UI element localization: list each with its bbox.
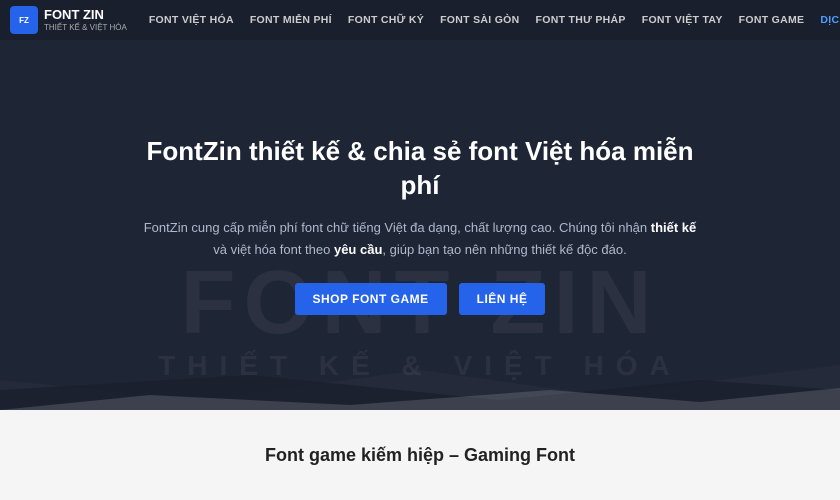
nav-thu-phap[interactable]: FONT THƯ PHÁP: [528, 14, 634, 26]
hero-buttons: SHOP FONT GAME LIÊN HỆ: [140, 283, 700, 315]
nav-dich-vu[interactable]: DỊCH VỤ: [812, 14, 840, 26]
hero-desc-end: , giúp bạn tạo nên những thiết kế độc đá…: [382, 242, 626, 257]
nav-sai-gon[interactable]: FONT SÀI GÒN: [432, 14, 527, 26]
logo-icon: FZ: [10, 6, 38, 34]
lien-he-button[interactable]: LIÊN HỆ: [459, 283, 546, 315]
nav-chu-ky[interactable]: FONT CHỮ KÝ: [340, 14, 432, 26]
nav-viet-hoa[interactable]: FONT VIỆT HÓA: [141, 14, 242, 26]
logo-subtitle: THIẾT KẾ & VIỆT HÓA: [44, 23, 127, 32]
hero-content: FontZin thiết kế & chia sẻ font Việt hóa…: [120, 135, 720, 315]
nav-font-game[interactable]: FONT GAME: [731, 14, 813, 26]
hero-desc-bold2: yêu cầu: [334, 242, 382, 257]
bottom-title: Font game kiếm hiệp – Gaming Font: [265, 445, 575, 466]
hero-desc-bold1: thiết kế: [651, 220, 697, 235]
wave-divider: [0, 350, 840, 410]
hero-description: FontZin cung cấp miễn phí font chữ tiếng…: [140, 217, 700, 261]
hero-title: FontZin thiết kế & chia sẻ font Việt hóa…: [140, 135, 700, 203]
svg-text:FZ: FZ: [19, 16, 29, 25]
bottom-section: Font game kiếm hiệp – Gaming Font: [0, 410, 840, 500]
logo[interactable]: FZ FONT ZIN THIẾT KẾ & VIỆT HÓA: [10, 6, 127, 34]
shop-font-game-button[interactable]: SHOP FONT GAME: [295, 283, 447, 315]
hero-section: FONT ZIN THIẾT KẾ & VIỆT HÓA FontZin thi…: [0, 40, 840, 410]
navbar: FZ FONT ZIN THIẾT KẾ & VIỆT HÓA FONT VIỆ…: [0, 0, 840, 40]
nav-mien-phi[interactable]: FONT MIỄN PHÍ: [242, 14, 340, 26]
nav-links: FONT VIỆT HÓA FONT MIỄN PHÍ FONT CHỮ KÝ …: [141, 14, 840, 26]
nav-viet-tay[interactable]: FONT VIỆT TAY: [634, 14, 731, 26]
hero-desc-mid: và việt hóa font theo: [213, 242, 334, 257]
hero-desc-plain: FontZin cung cấp miễn phí font chữ tiếng…: [144, 220, 651, 235]
logo-name: FONT ZIN: [44, 8, 127, 22]
